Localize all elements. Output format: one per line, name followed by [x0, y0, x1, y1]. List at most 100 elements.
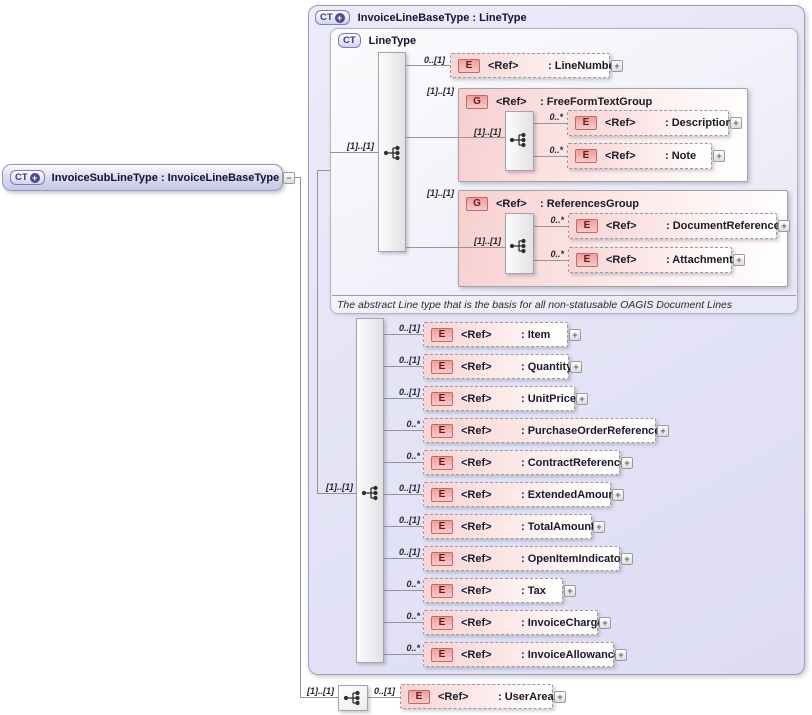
element-ref: <Ref> — [461, 521, 521, 533]
element-badge: E — [458, 59, 480, 73]
element-ref: <Ref> — [461, 553, 521, 565]
expand-toggle[interactable]: + — [730, 117, 742, 129]
expand-toggle[interactable]: + — [564, 585, 576, 597]
element-box-documentreference[interactable]: E <Ref> : DocumentReference + — [568, 213, 777, 239]
element-box-unitprice[interactable]: E <Ref> : UnitPrice + — [423, 386, 575, 411]
expand-toggle[interactable]: + — [569, 329, 581, 341]
expand-toggle[interactable]: + — [599, 617, 611, 629]
expand-toggle[interactable]: + — [657, 425, 669, 437]
sequence-icon — [342, 688, 364, 708]
connector-line — [317, 493, 356, 494]
expand-toggle[interactable]: + — [621, 553, 633, 565]
connector-line — [384, 590, 423, 591]
base-type-title: InvoiceLineBaseType : LineType — [358, 12, 527, 24]
expand-toggle[interactable]: + — [621, 457, 633, 469]
element-box-invoiceallowance[interactable]: E <Ref> : InvoiceAllowance + — [423, 642, 614, 667]
element-box-totalamount[interactable]: E <Ref> : TotalAmount + — [423, 514, 592, 539]
expand-toggle[interactable]: + — [713, 150, 725, 162]
connector-line — [406, 65, 450, 66]
element-box-extendedamount[interactable]: E <Ref> : ExtendedAmount + — [423, 482, 611, 507]
root-type-box[interactable]: CT+ InvoiceSubLineType : InvoiceLineBase… — [2, 164, 283, 191]
connector-line — [317, 170, 330, 171]
element-ref: <Ref> — [461, 361, 521, 373]
connector-line — [368, 697, 400, 698]
connector-line — [384, 558, 423, 559]
root-type-title: InvoiceSubLineType : InvoiceLineBaseType — [52, 172, 280, 184]
cardinality-label: [1]..[1] — [410, 86, 454, 96]
element-ref: <Ref> — [461, 489, 521, 501]
badge-label: CT — [15, 172, 28, 183]
element-box-quantity[interactable]: E <Ref> : Quantity + — [423, 354, 569, 379]
element-badge: E — [431, 584, 453, 598]
connector-line — [300, 177, 301, 697]
element-box-description[interactable]: E <Ref> : Description + — [567, 110, 729, 136]
connector-line — [384, 622, 423, 623]
group-ref: <Ref> — [496, 198, 540, 210]
expand-toggle[interactable]: + — [615, 649, 627, 661]
element-box-item[interactable]: E <Ref> : Item + — [423, 322, 568, 347]
cardinality-label: [1]..[1] — [328, 141, 374, 151]
element-box-tax[interactable]: E <Ref> : Tax + — [423, 578, 563, 603]
element-name: : ExtendedAmount — [521, 489, 619, 501]
element-name: : PurchaseOrderReference — [521, 425, 660, 437]
element-badge: E — [576, 253, 598, 267]
expand-toggle[interactable]: + — [554, 691, 566, 703]
connector-line — [534, 123, 567, 124]
complex-type-badge: CT+ — [10, 170, 45, 185]
element-name: : OpenItemIndicator — [521, 553, 625, 565]
element-ref: <Ref> — [461, 585, 521, 597]
element-name: : InvoiceAllowance — [521, 649, 620, 661]
expand-toggle[interactable]: + — [570, 361, 582, 373]
element-name: : ContractReference — [521, 457, 626, 469]
connector-line — [384, 526, 423, 527]
expand-toggle[interactable]: + — [576, 393, 588, 405]
complex-type-badge: CT — [338, 33, 361, 48]
element-badge: E — [431, 488, 453, 502]
element-badge: E — [431, 552, 453, 566]
connector-line — [384, 430, 423, 431]
sequence-icon — [360, 483, 382, 503]
element-badge: E — [431, 360, 453, 374]
element-ref: <Ref> — [461, 649, 521, 661]
connector-line — [300, 697, 338, 698]
expand-toggle[interactable]: + — [593, 521, 605, 533]
element-name: : InvoiceCharge — [521, 617, 604, 629]
plus-badge-icon: + — [335, 13, 345, 23]
element-ref: <Ref> — [606, 254, 666, 266]
element-box-invoicecharge[interactable]: E <Ref> : InvoiceCharge + — [423, 610, 598, 635]
element-box-contractreference[interactable]: E <Ref> : ContractReference + — [423, 450, 620, 475]
element-box-userarea[interactable]: E <Ref> : UserArea + — [400, 684, 553, 709]
element-box-attachment[interactable]: E <Ref> : Attachment + — [568, 247, 732, 273]
badge-label: CT — [343, 35, 356, 46]
element-ref: <Ref> — [461, 393, 521, 405]
xsd-diagram: CT+ InvoiceLineBaseType : LineType CT Li… — [0, 0, 812, 715]
connector-line — [534, 226, 568, 227]
connector-line — [384, 654, 423, 655]
expand-toggle[interactable]: + — [612, 489, 624, 501]
element-box-purchaseorderreference[interactable]: E <Ref> : PurchaseOrderReference + — [423, 418, 656, 443]
expand-toggle[interactable]: + — [733, 254, 745, 266]
connector-line — [534, 260, 568, 261]
connector-line — [384, 366, 423, 367]
sequence-icon — [508, 130, 530, 150]
connector-line — [384, 334, 423, 335]
plus-badge-icon: + — [30, 173, 40, 183]
connector-line — [406, 247, 505, 248]
element-box-linenumber[interactable]: E <Ref> : LineNumber + — [450, 53, 610, 78]
connector-line — [384, 398, 423, 399]
element-badge: E — [431, 392, 453, 406]
element-name: : Item — [521, 329, 550, 341]
cardinality-label: [1]..[1] — [456, 236, 501, 246]
group-ref: <Ref> — [496, 96, 540, 108]
connector-line — [534, 156, 567, 157]
connector-line — [330, 152, 378, 153]
collapse-toggle[interactable]: − — [283, 172, 295, 184]
expand-toggle[interactable]: + — [611, 60, 623, 72]
sequence-icon — [382, 143, 404, 163]
expand-toggle[interactable]: + — [778, 220, 790, 232]
group-name: : FreeFormTextGroup — [540, 96, 652, 108]
element-box-note[interactable]: E <Ref> : Note + — [567, 143, 712, 169]
element-ref: <Ref> — [461, 329, 521, 341]
element-name: : DocumentReference — [666, 220, 780, 232]
element-box-openitemindicator[interactable]: E <Ref> : OpenItemIndicator + — [423, 546, 620, 571]
